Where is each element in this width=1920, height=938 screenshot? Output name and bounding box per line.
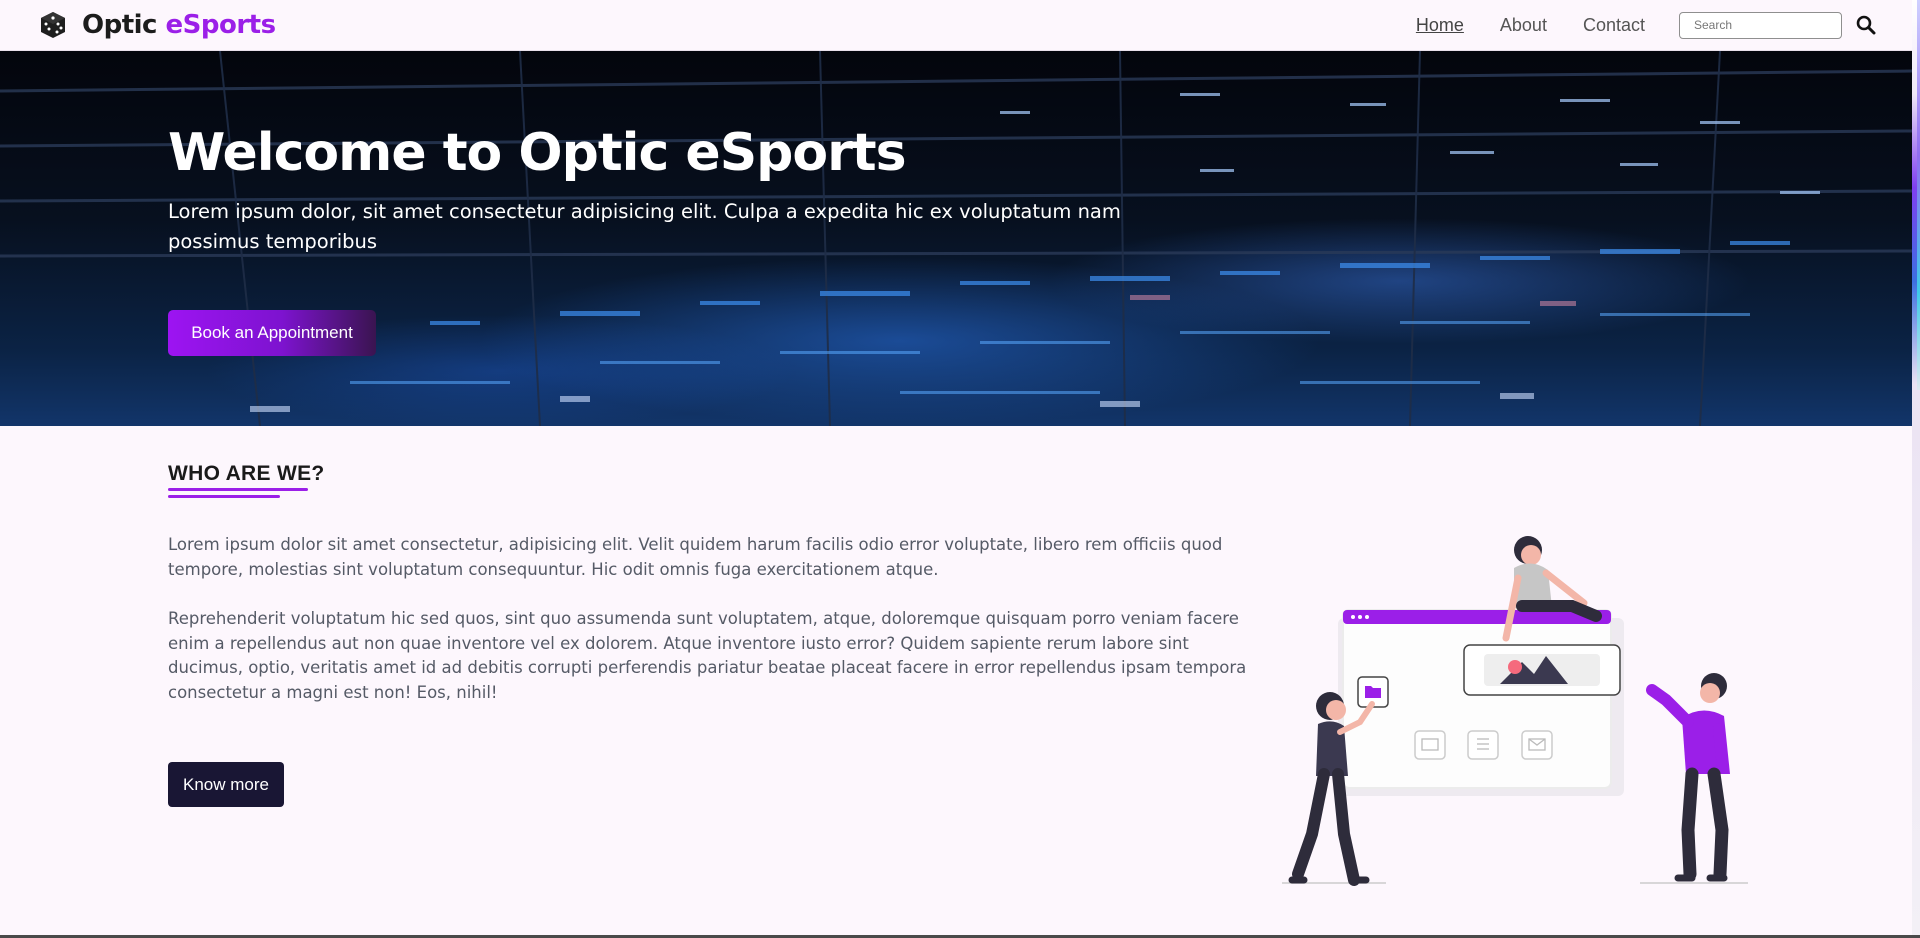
navbar: Optic eSports Home About Contact (0, 0, 1912, 51)
heading-underline-short (168, 495, 280, 498)
hero-subtitle: Lorem ipsum dolor, sit amet consectetur … (168, 200, 1121, 253)
brand-name-accent: eSports (165, 10, 277, 40)
nav-link-home[interactable]: Home (1416, 15, 1464, 36)
about-paragraph-1: Lorem ipsum dolor sit amet consectetur, … (168, 535, 1223, 579)
search-icon[interactable] (1856, 15, 1876, 35)
brand-name-main: Optic (82, 10, 157, 40)
brand[interactable]: Optic eSports (38, 10, 276, 40)
nav-link-contact[interactable]: Contact (1583, 15, 1645, 36)
dice-icon (41, 12, 65, 38)
nav-links: Home About Contact (1416, 11, 1912, 39)
search-input[interactable] (1679, 11, 1842, 39)
know-more-button[interactable]: Know more (168, 762, 284, 807)
team-collaboration-illustration (1282, 536, 1748, 886)
nav-link-about[interactable]: About (1500, 15, 1547, 36)
about-paragraph-2: Reprehenderit voluptatum hic sed quos, s… (168, 609, 1247, 702)
heading-underline (168, 488, 308, 491)
hero-banner: Welcome to Optic eSports Lorem ipsum dol… (0, 51, 1912, 426)
section-heading: WHO ARE WE? (168, 462, 325, 485)
book-appointment-button[interactable]: Book an Appointment (168, 310, 376, 356)
hero-title: Welcome to Optic eSports (168, 123, 907, 183)
brand-name: Optic eSports (82, 10, 276, 40)
